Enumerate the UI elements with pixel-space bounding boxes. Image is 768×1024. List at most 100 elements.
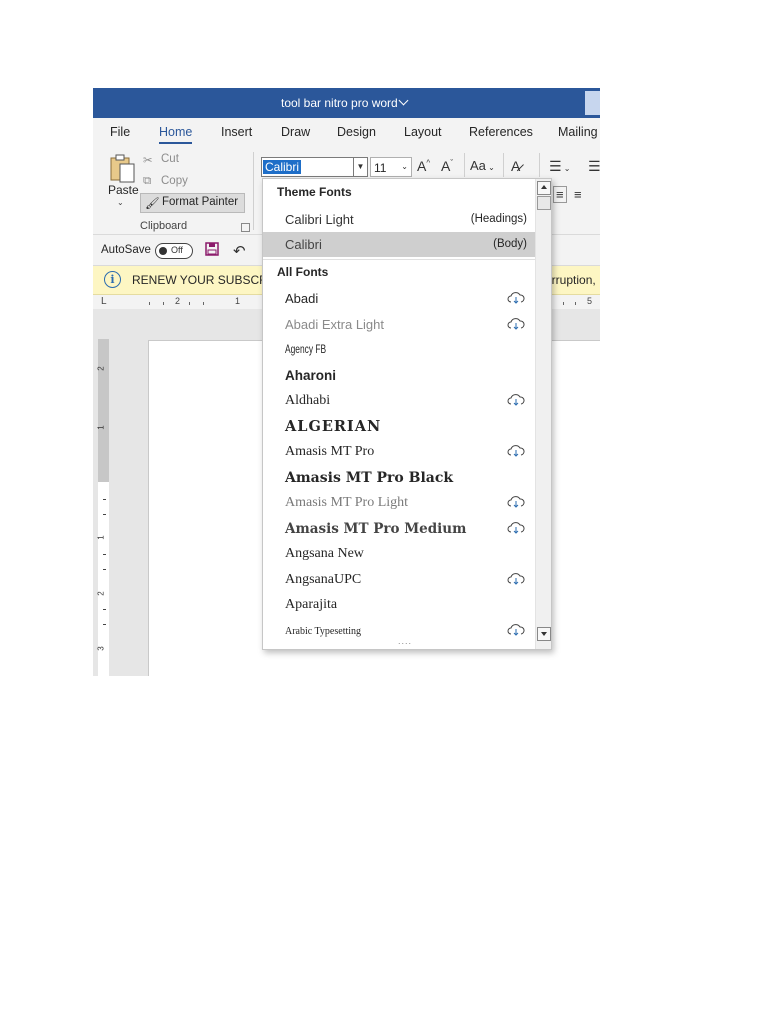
cloud-download-icon [507,496,525,508]
tab-file[interactable]: File [110,125,130,139]
dropdown-scrollbar[interactable] [535,179,551,649]
tab-home[interactable]: Home [159,125,193,144]
clipboard-group-label: Clipboard [140,220,188,232]
font-option-name: Aparajita [285,597,338,612]
font-option-calibri[interactable]: Calibri (Body) [263,232,535,257]
ruler-number: 2 [96,366,106,371]
scroll-down-button[interactable] [537,627,551,641]
chevron-down-icon[interactable]: ▼ [353,158,367,176]
chevron-down-icon[interactable] [398,95,409,106]
ruler-tick [103,609,106,610]
paste-button[interactable]: Paste [108,183,139,197]
divider [263,259,535,260]
window-control-button[interactable] [585,91,600,115]
change-case-button[interactable]: Aa ⌄ [470,158,495,173]
font-option-name: Calibri [285,237,322,252]
tab-insert[interactable]: Insert [221,125,252,139]
triangle-down-icon [541,632,547,636]
font-option-abadi-extra-light[interactable]: Abadi Extra Light [263,312,535,337]
font-option-amasis-mt-pro-light[interactable]: Amasis MT Pro Light [263,490,535,515]
font-option-aharoni[interactable]: Aharoni [263,363,535,388]
font-option-tag: (Body) [493,238,527,250]
font-option-tag: (Headings) [470,213,527,225]
font-option-aparajita[interactable]: Aparajita [263,592,535,617]
copy-icon: ⧉ [143,175,152,187]
chevron-down-icon[interactable]: ⌄ [401,162,408,171]
font-option-name: Amasis MT Pro Medium [285,521,467,537]
cloud-download-icon [507,318,525,330]
grow-font-icon[interactable]: A^ [417,158,430,174]
vertical-ruler[interactable]: 2 1 1 2 3 [96,339,109,676]
ruler-tick [103,569,106,570]
tab-layout[interactable]: Layout [404,125,442,139]
ruler-tick [563,302,564,305]
cloud-download-icon [507,573,525,585]
align-left-icon[interactable]: ≡ [553,186,567,203]
align-center-icon[interactable]: ≡ [574,187,582,202]
scroll-thumb[interactable] [537,196,551,210]
clear-formatting-icon[interactable]: A̷ [511,158,520,174]
font-option-name: Amasis MT Pro [285,444,375,459]
font-option-angsanaupc[interactable]: AngsanaUPC [263,567,535,592]
cloud-download-icon [507,445,525,457]
undo-icon[interactable]: ↶ [233,242,246,260]
copy-label: Copy [161,175,188,187]
font-option-aldhabi[interactable]: Aldhabi [263,388,535,413]
paste-options-caret[interactable]: ⌄ [117,198,124,207]
font-size-combobox[interactable]: 11 ⌄ [370,157,412,177]
divider [503,153,504,177]
paste-icon[interactable] [109,154,137,184]
cloud-download-icon [507,624,525,636]
copy-button[interactable]: ⧉ Copy [143,175,188,187]
font-option-name: AngsanaUPC [285,572,362,587]
font-option-name: Arabic Typesetting [285,626,362,637]
resize-grip[interactable]: .... [398,636,412,646]
font-name-combobox[interactable]: Calibri ▼ [261,157,368,177]
tab-draw[interactable]: Draw [281,125,310,139]
shrink-font-icon[interactable]: Aˇ [441,158,453,174]
tab-design[interactable]: Design [337,125,376,139]
font-option-amasis-mt-pro[interactable]: Amasis MT Pro [263,439,535,464]
tab-stop-selector[interactable]: L [101,296,107,307]
font-option-calibri-light[interactable]: Calibri Light (Headings) [263,207,535,232]
ruler-tick [149,302,150,305]
cut-label: Cut [161,153,179,165]
autosave-label: AutoSave [101,244,151,256]
font-option-angsana-new[interactable]: Angsana New [263,541,535,566]
tab-mailings[interactable]: Mailing [558,125,598,139]
toggle-state: Off [171,245,183,255]
numbering-icon[interactable]: ☰ [588,158,600,175]
ruler-tick [103,554,106,555]
change-case-label: Aa [470,158,486,173]
font-option-name: Agency FB [285,342,327,356]
font-name-value[interactable]: Calibri [263,160,302,174]
ruler-tick [203,302,204,305]
autosave-toggle[interactable]: Off [155,243,193,259]
ruler-margin [98,339,109,482]
document-title[interactable]: tool bar nitro pro word [281,96,398,110]
font-size-value[interactable]: 11 [374,161,386,175]
font-option-amasis-mt-pro-medium[interactable]: Amasis MT Pro Medium [263,516,535,541]
font-option-abadi[interactable]: Abadi [263,286,535,311]
tab-references[interactable]: References [469,125,533,139]
font-option-name: Amasis MT Pro Light [285,495,409,510]
theme-fonts-header: Theme Fonts [277,185,352,199]
divider [464,153,465,177]
cloud-download-icon [507,292,525,304]
scroll-up-button[interactable] [537,181,551,195]
font-option-amasis-mt-pro-black[interactable]: Amasis MT Pro Black [263,465,535,490]
cut-button[interactable]: ✂ Cut [143,153,179,167]
ruler-tick [103,514,106,515]
font-option-name: Aldhabi [285,393,331,408]
font-option-agency-fb[interactable]: Agency FB [263,337,535,362]
bullets-icon[interactable]: ☰ ⌄ [549,158,571,175]
ruler-number: 2 [96,591,106,596]
format-painter-button[interactable]: 🖌 Format Painter [140,193,245,213]
save-icon[interactable] [205,242,219,256]
ruler-number: 1 [235,296,241,306]
font-option-algerian[interactable]: ALGERIAN [263,413,535,438]
dialog-launcher-icon[interactable] [241,223,250,232]
font-option-name: Abadi Extra Light [285,317,385,332]
ribbon-tabs: File Home Insert Draw Design Layout Refe… [93,118,600,146]
group-divider [253,152,254,230]
